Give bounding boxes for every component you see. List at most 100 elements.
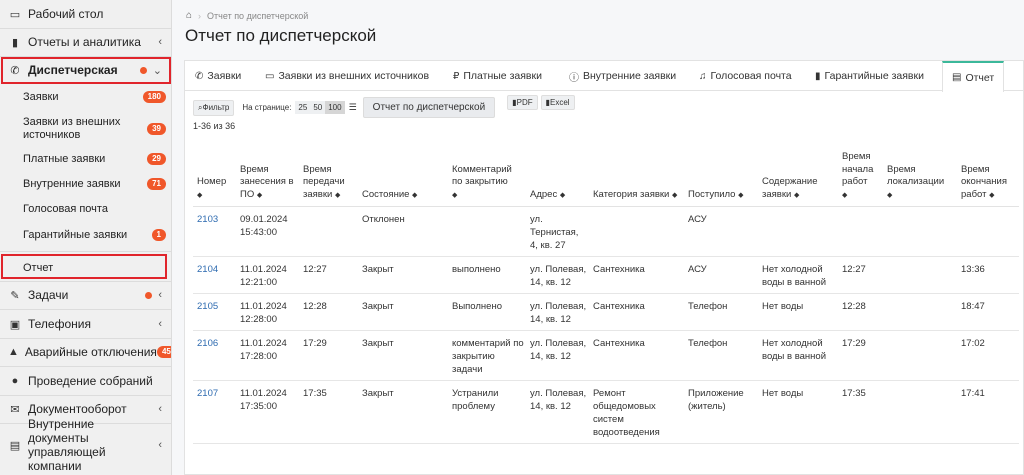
- sidebar-subitem-label: Платные заявки: [23, 152, 106, 165]
- tab-internal[interactable]: ⓘ Внутренние заявки: [569, 61, 676, 91]
- sidebar-item-telephony[interactable]: ▣ Телефония ‹: [0, 316, 171, 332]
- sort-icon[interactable]: ◆: [989, 192, 994, 199]
- sidebar-item-tasks[interactable]: ✎ Задачи ‹: [0, 287, 171, 303]
- request-link[interactable]: 2107: [197, 388, 218, 399]
- cell-content: Нет воды: [758, 380, 838, 444]
- tab-label: Отчет: [965, 71, 995, 84]
- pdf-label: PDF: [516, 98, 533, 107]
- cell-number[interactable]: 2104: [193, 256, 236, 294]
- sidebar-subitem-voicemail[interactable]: Голосовая почта: [0, 202, 171, 216]
- sidebar-subitem-paid[interactable]: Платные заявки 29: [0, 152, 171, 166]
- tab-label: Заявки: [207, 70, 242, 82]
- sort-icon[interactable]: ◆: [842, 192, 847, 199]
- table-row[interactable]: 2103 09.01.2024 15:43:00 Отклонен ул. Терни…: [193, 206, 1019, 257]
- sidebar-subitem-warranty[interactable]: Гарантийные заявки 1: [0, 228, 171, 242]
- table-row[interactable]: 2104 11.01.2024 12:21:00 12:27 Закрыт выполн…: [193, 256, 1019, 294]
- col-start-time[interactable]: Время начала работ ◆: [838, 147, 883, 207]
- col-address[interactable]: Адрес ◆: [526, 147, 589, 207]
- cell-status: Отклонен: [358, 206, 448, 257]
- sidebar-item-docflow[interactable]: ✉ Документооборот ‹: [0, 401, 171, 417]
- sidebar-item-reports[interactable]: ▮ Отчеты и аналитика ‹: [0, 34, 171, 50]
- col-localization-time[interactable]: Время локализации ◆: [883, 147, 957, 207]
- cell-number[interactable]: 2107: [193, 380, 236, 444]
- per-page-100[interactable]: 100: [325, 101, 345, 114]
- sidebar-item-meetings[interactable]: ● Проведение собраний: [0, 373, 171, 389]
- sort-icon[interactable]: ◆: [257, 192, 262, 199]
- sort-icon[interactable]: ◆: [412, 192, 417, 199]
- cell-transfer-time: 12:28: [299, 293, 358, 331]
- request-link[interactable]: 2104: [197, 264, 218, 275]
- cell-start-time: 17:29: [838, 330, 883, 381]
- cell-category: [589, 206, 684, 257]
- col-source[interactable]: Поступило ◆: [684, 147, 758, 207]
- cell-number[interactable]: 2106: [193, 330, 236, 381]
- sort-icon[interactable]: ◆: [560, 192, 565, 199]
- table-row[interactable]: 2107 11.01.2024 17:35:00 17:35 Закрыт Устран…: [193, 380, 1019, 444]
- sidebar-subitem-internal[interactable]: Внутренние заявки 71: [0, 177, 171, 191]
- pdf-export-button[interactable]: ▮PDF: [507, 95, 538, 110]
- col-comment[interactable]: Комментарий по закрытию ◆: [448, 147, 526, 207]
- sidebar-item-internal-docs[interactable]: ▤ Внутренние документы управляющей компа…: [0, 417, 171, 473]
- col-number[interactable]: Номер ◆: [193, 147, 236, 207]
- cell-status: Закрыт: [358, 380, 448, 444]
- cell-number[interactable]: 2103: [193, 206, 236, 257]
- chevron-left-icon: ‹: [158, 36, 162, 48]
- count-badge: 39: [147, 123, 166, 135]
- request-link[interactable]: 2103: [197, 214, 218, 225]
- per-page-50[interactable]: 50: [310, 101, 325, 114]
- sidebar-item-dashboard[interactable]: ▭ Рабочий стол: [0, 6, 171, 22]
- document-icon: ▤: [9, 439, 21, 452]
- tab-requests[interactable]: ✆ Заявки: [195, 61, 241, 91]
- report-card: ✆ Заявки ▭ Заявки из внешних источников …: [184, 60, 1024, 475]
- tab-voicemail[interactable]: ♫ Голосовая почта: [699, 61, 792, 91]
- tab-warranty[interactable]: ▮ Гарантийные заявки: [815, 61, 924, 91]
- sidebar-item-outages[interactable]: ▲ Аварийные отключения 45 ‹: [0, 344, 171, 360]
- filter-button[interactable]: ⌕Фильтр: [193, 99, 235, 116]
- cell-number[interactable]: 2105: [193, 293, 236, 331]
- cell-end-time: 13:36: [957, 256, 1019, 294]
- per-page-25[interactable]: 25: [295, 101, 310, 114]
- table-header-row: Номер ◆ Время занесения в ПО ◆ Время пере…: [193, 147, 1019, 207]
- tab-external[interactable]: ▭ Заявки из внешних источников: [265, 61, 429, 91]
- col-category[interactable]: Категория заявки ◆: [589, 147, 684, 207]
- table-row[interactable]: 2106 11.01.2024 17:28:00 17:29 Закрыт коммен…: [193, 330, 1019, 381]
- record-count: 1-36 из 36: [193, 121, 236, 131]
- sort-icon[interactable]: ◆: [887, 192, 892, 199]
- col-status[interactable]: Состояние ◆: [358, 147, 448, 207]
- home-icon[interactable]: ⌂: [186, 10, 192, 21]
- sidebar-subitem-requests[interactable]: Заявки 180: [0, 90, 171, 104]
- request-link[interactable]: 2106: [197, 338, 218, 349]
- col-transfer-time[interactable]: Время передачи заявки ◆: [299, 147, 358, 207]
- count-badge: 1: [151, 229, 166, 241]
- dispatch-report-button[interactable]: Отчет по диспетчерской: [362, 97, 496, 118]
- sidebar-item-label: Отчеты и аналитика: [28, 35, 141, 49]
- excel-export-button[interactable]: ▮Excel: [540, 95, 575, 110]
- sort-icon[interactable]: ◆: [335, 192, 340, 199]
- sort-icon[interactable]: ◆: [672, 192, 677, 199]
- request-link[interactable]: 2105: [197, 301, 218, 312]
- sort-icon[interactable]: ◆: [738, 192, 743, 199]
- cell-address: ул. Полевая, 14, кв. 12: [526, 380, 589, 444]
- col-content[interactable]: Содержание заявки ◆: [758, 147, 838, 207]
- list-icon[interactable]: ☰: [349, 102, 357, 113]
- cell-content: [758, 206, 838, 257]
- cell-category: Сантехника: [589, 256, 684, 294]
- phone-square-icon: ▣: [9, 318, 21, 331]
- sort-icon[interactable]: ◆: [794, 192, 799, 199]
- cell-entry-time: 11.01.2024 17:35:00: [236, 380, 299, 444]
- count-badge: 45: [156, 346, 171, 358]
- col-end-time[interactable]: Время окончания работ ◆: [957, 147, 1019, 207]
- cell-content: Нет холодной воды в ванной: [758, 330, 838, 381]
- sort-icon[interactable]: ◆: [452, 192, 457, 199]
- tab-paid[interactable]: ₽ Платные заявки: [453, 61, 542, 91]
- headphones-icon: ♫: [699, 70, 707, 82]
- cell-comment: Выполнено: [448, 293, 526, 331]
- sidebar-subitem-external[interactable]: Заявки из внешних источников 39: [0, 115, 171, 143]
- cell-comment: [448, 206, 526, 257]
- report-table: Номер ◆ Время занесения в ПО ◆ Время пере…: [193, 147, 1019, 444]
- col-entry-time[interactable]: Время занесения в ПО ◆: [236, 147, 299, 207]
- table-row[interactable]: 2105 11.01.2024 12:28:00 12:28 Закрыт Выполн…: [193, 293, 1019, 331]
- sort-icon[interactable]: ◆: [197, 192, 202, 199]
- tab-report[interactable]: ▤ Отчет: [942, 61, 1005, 92]
- tab-bar: ✆ Заявки ▭ Заявки из внешних источников …: [185, 61, 1024, 92]
